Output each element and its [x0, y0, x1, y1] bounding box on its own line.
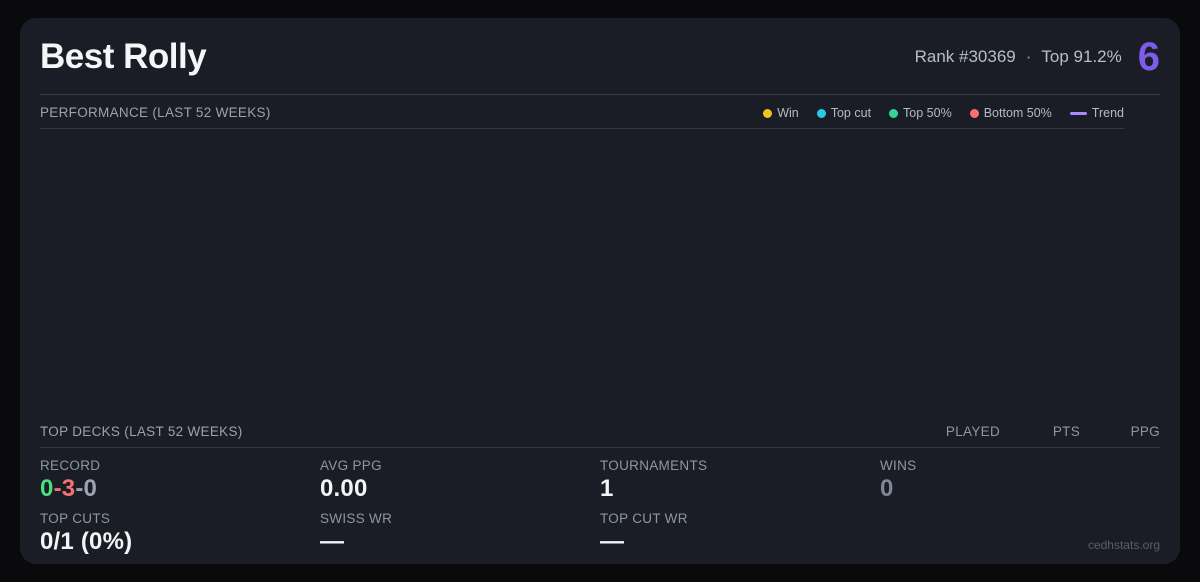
deck-table-columns: PLAYEDPTSPPG — [920, 424, 1160, 439]
stat-label-top-cut-wr: TOP CUT WR — [600, 510, 880, 527]
legend-label: Win — [777, 106, 799, 120]
legend-item-win: Win — [763, 106, 799, 120]
stat-value-top-cuts: 0/1 (0%) — [40, 527, 320, 557]
stat-top-cut-wr: TOP CUT WR— — [600, 510, 880, 557]
legend-item-top-50: Top 50% — [889, 106, 952, 120]
bottom-50-dot-icon — [970, 109, 979, 118]
stat-wins: WINS0 — [880, 457, 1160, 504]
header-divider — [40, 94, 1160, 95]
chart-legend: Win Top cut Top 50% Bottom 50% Trend — [763, 106, 1124, 120]
legend-label: Bottom 50% — [984, 106, 1052, 120]
stat-value-part: 3 — [62, 475, 76, 502]
stat-value-part: — — [600, 528, 624, 555]
stat-value-swiss-wr: — — [320, 527, 600, 557]
separator-dot: · — [1026, 47, 1032, 66]
stat-value-top-cut-wr: — — [600, 527, 880, 557]
stat-value-part: 0 — [40, 475, 54, 502]
top-50-dot-icon — [889, 109, 898, 118]
stat-value-part: 1 — [600, 475, 614, 502]
deck-column-ppg: PPG — [1080, 424, 1160, 439]
stat-value-part: 0 — [84, 475, 98, 502]
legend-label: Top cut — [831, 106, 871, 120]
player-card: Best Rolly Rank #30369 · Top 91.2% 6 PERFO… — [20, 18, 1180, 564]
deck-column-played: PLAYED — [920, 424, 1000, 439]
stat-tournaments: TOURNAMENTS1 — [600, 457, 880, 504]
stat-value-avg-ppg: 0.00 — [320, 474, 600, 504]
top-decks-section-title: TOP DECKS (LAST 52 WEEKS) — [40, 424, 243, 439]
stat-value-wins: 0 — [880, 474, 1160, 504]
stat-value-part: 0/1 (0%) — [40, 528, 132, 555]
stat-value-part: - — [75, 475, 83, 502]
player-score: 6 — [1138, 37, 1160, 77]
stat-avg-ppg: AVG PPG0.00 — [320, 457, 600, 504]
legend-item-bottom-50: Bottom 50% — [970, 106, 1052, 120]
legend-item-trend: Trend — [1070, 106, 1124, 120]
stat-top-cuts: TOP CUTS0/1 (0%) — [40, 510, 320, 557]
stat-swiss-wr: SWISS WR— — [320, 510, 600, 557]
stat-value-record: 0-3-0 — [40, 474, 320, 504]
card-header: Best Rolly Rank #30369 · Top 91.2% 6 — [40, 34, 1160, 82]
header-right: Rank #30369 · Top 91.2% 6 — [915, 37, 1160, 77]
legend-label: Top 50% — [903, 106, 952, 120]
stat-record: RECORD0-3-0 — [40, 457, 320, 504]
stat-label-swiss-wr: SWISS WR — [320, 510, 600, 527]
stat-label-avg-ppg: AVG PPG — [320, 457, 600, 474]
deck-column-pts: PTS — [1000, 424, 1080, 439]
top-cut-dot-icon — [817, 109, 826, 118]
trend-line-swatch-icon — [1070, 112, 1087, 115]
top-decks-section-header: TOP DECKS (LAST 52 WEEKS) PLAYEDPTSPPG — [40, 424, 1160, 448]
rank-line: Rank #30369 · Top 91.2% — [915, 47, 1122, 67]
legend-item-top-cut: Top cut — [817, 106, 871, 120]
stat-value-part: — — [320, 528, 344, 555]
stats-grid: RECORD0-3-0AVG PPG0.00TOURNAMENTS1WINS0T… — [40, 457, 1160, 557]
rank-label: Rank #30369 — [915, 47, 1016, 66]
stat-value-part: - — [54, 475, 62, 502]
legend-label: Trend — [1092, 106, 1124, 120]
stat-label-record: RECORD — [40, 457, 320, 474]
win-dot-icon — [763, 109, 772, 118]
performance-section-title: PERFORMANCE (LAST 52 WEEKS) — [40, 105, 271, 120]
stat-label-tournaments: TOURNAMENTS — [600, 457, 880, 474]
performance-section-header: PERFORMANCE (LAST 52 WEEKS) Win Top cut To… — [40, 105, 1124, 129]
stat-value-part: 0.00 — [320, 475, 368, 502]
performance-chart — [40, 129, 1160, 412]
stat-value-part: 0 — [880, 475, 894, 502]
stat-label-wins: WINS — [880, 457, 1160, 474]
stat-label-top-cuts: TOP CUTS — [40, 510, 320, 527]
top-percent-label: Top 91.2% — [1041, 47, 1121, 66]
watermark: cedhstats.org — [1088, 538, 1160, 552]
stat-value-tournaments: 1 — [600, 474, 880, 504]
player-name: Best Rolly — [40, 38, 206, 77]
